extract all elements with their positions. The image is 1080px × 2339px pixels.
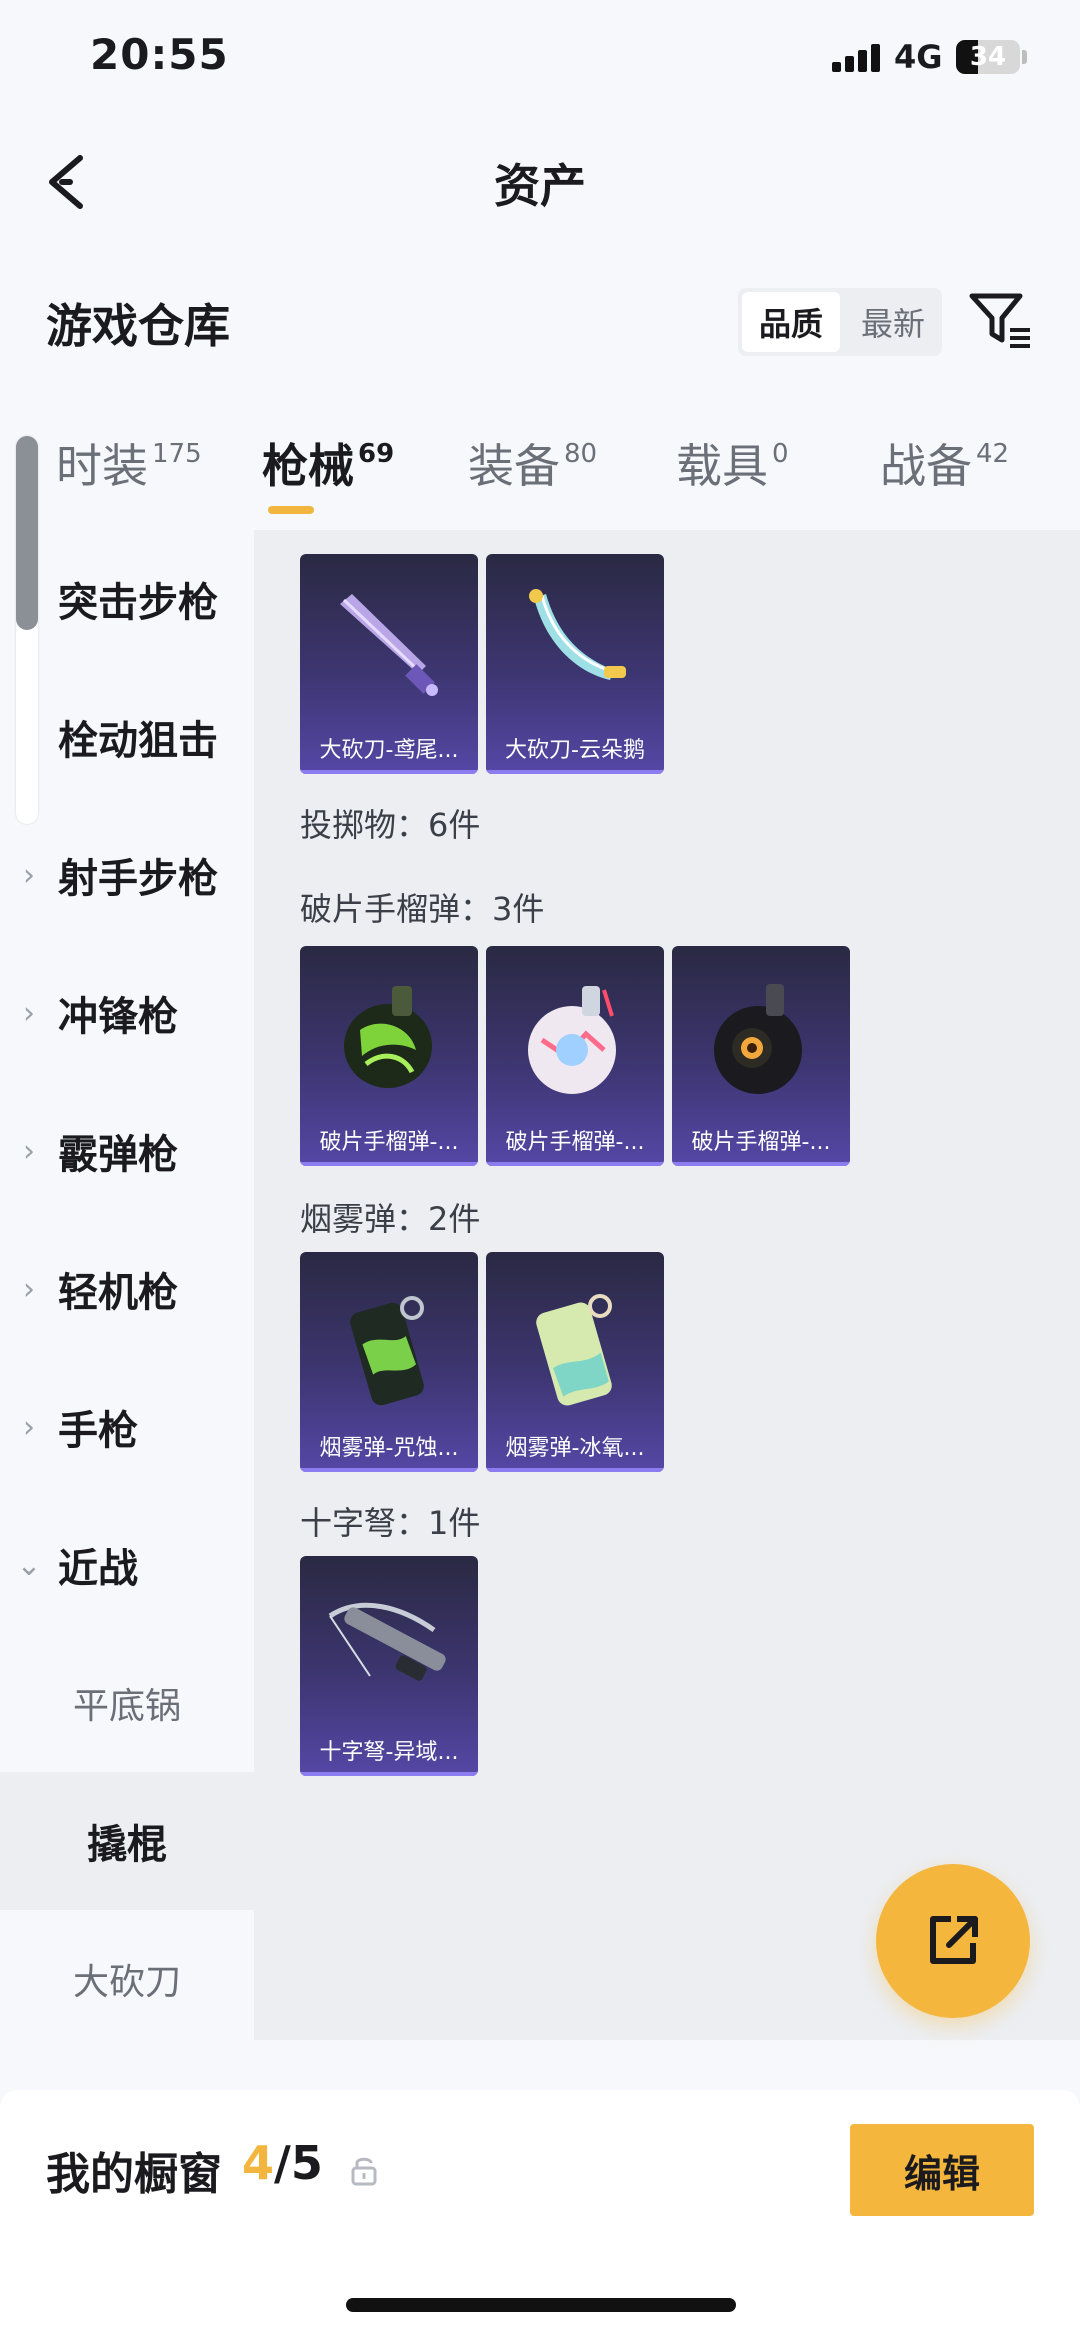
sidebar-item-label: 轻机枪 [58,1270,178,1316]
sort-quality-button[interactable]: 品质 [742,292,840,352]
sidebar-item-label: 手枪 [58,1408,138,1454]
page-title: 资产 [494,159,586,213]
showcase-count: 4/5 [242,2136,323,2190]
group-label-smoke: 烟雾弹：2件 [300,1200,481,1238]
tab-vehicles[interactable]: 载具 0 [676,430,789,520]
item-card[interactable]: 烟雾弹-冰氧... [486,1252,664,1472]
grenade-icon [528,986,616,1094]
sort-newest-button[interactable]: 最新 [844,288,942,356]
tab-count: 80 [564,439,598,469]
sidebar-item-lmg[interactable]: › 轻机枪 [0,1220,254,1358]
lock-icon [351,2157,377,2186]
item-card-label: 大砍刀-鸢尾... [319,738,459,763]
item-card-label: 十字弩-异域... [319,1740,459,1765]
sidebar-subitem-frying-pan[interactable]: 平底锅 [0,1634,254,1772]
tab-equipment[interactable]: 装备 80 [468,430,597,520]
group-label-crossbow: 十字弩：1件 [300,1504,481,1542]
signal-icon [832,44,882,72]
sidebar-item-assault-rifle[interactable]: ›突击步枪 [0,530,254,668]
item-card-label: 破片手榴弹-... [505,1130,645,1155]
item-card[interactable]: 破片手榴弹-... [672,946,850,1166]
home-indicator [346,2298,736,2312]
status-time: 20:55 [90,30,229,79]
showcase-title: 我的橱窗 [46,2149,222,2200]
sidebar-item-shotgun[interactable]: › 霰弹枪 [0,1082,254,1220]
share-icon [930,1916,978,1964]
item-grid-panel: 大砍刀-鸢尾... 大砍刀-云朵鹅 投掷物：6件 破片手榴弹：3件 破片手榴弹-… [254,530,1080,2040]
sidebar-item-label: 栓动狙击 [58,718,218,764]
item-card-label: 烟雾弹-咒蚀... [319,1436,459,1461]
sort-toggle: 品质 最新 [738,288,942,356]
sidebar-subitem-crowbar[interactable]: 撬棍 [0,1772,254,1910]
edit-button[interactable]: 编辑 [850,2124,1034,2216]
item-card[interactable]: 烟雾弹-咒蚀... [300,1252,478,1472]
status-bar: 20:55 4G 34 [0,0,1080,120]
category-sidebar: ›突击步枪 ›栓动狙击 › 射手步枪 › 冲锋枪 › 霰弹枪 › 轻机枪 › 手枪 ⌄ 近战… [0,530,254,2040]
showcase-current: 4 [242,2136,275,2190]
tab-count: 0 [772,439,789,469]
chevron-right-icon: › [23,1409,35,1445]
tab-fashion[interactable]: 时装 175 [56,430,202,520]
sidebar-item-pistol[interactable]: › 手枪 [0,1358,254,1496]
item-card[interactable]: 破片手榴弹-... [486,946,664,1166]
filter-list-icon [969,293,1030,348]
sidebar-scrollbar-thumb[interactable] [16,436,38,630]
nav-bar: 资产 [0,130,1080,230]
sidebar-item-smg[interactable]: › 冲锋枪 [0,944,254,1082]
item-card[interactable]: 十字弩-异域... [300,1556,478,1776]
battery-icon: 34 [956,40,1020,74]
tab-firearms[interactable]: 枪械 69 [262,430,394,520]
sidebar-item-label: 突击步枪 [58,580,218,626]
group-label-throwables: 投掷物：6件 [300,806,481,844]
sidebar-item-melee[interactable]: ⌄ 近战 [0,1496,254,1634]
tab-count: 175 [152,439,202,469]
chevron-right-icon: › [23,995,35,1031]
crossbow-icon [328,1602,446,1681]
sidebar-subitem-machete[interactable]: 大砍刀 [0,1910,254,2048]
showcase-bar: 我的橱窗 4/5 编辑 [0,2090,1080,2339]
sidebar-item-bolt-sniper[interactable]: ›栓动狙击 [0,668,254,806]
group-label-frag-grenade: 破片手榴弹：3件 [300,890,545,928]
tab-count: 69 [358,439,395,469]
tab-label: 时装 [56,439,148,493]
item-card-label: 大砍刀-云朵鹅 [505,738,645,763]
tab-tactical[interactable]: 战备 42 [880,430,1009,520]
sidebar-item-label: 近战 [58,1546,138,1592]
grenade-icon [714,984,802,1094]
machete-icon [529,589,626,680]
chevron-down-icon: ⌄ [16,1547,42,1583]
battery-level: 34 [969,42,1007,72]
tab-label: 枪械 [262,439,354,493]
item-card-label: 烟雾弹-冰氧... [505,1436,645,1461]
item-card[interactable]: 大砍刀-云朵鹅 [486,554,664,774]
sidebar-item-label: 射手步枪 [58,856,218,902]
smoke-grenade-icon [536,1294,612,1406]
tab-label: 装备 [468,439,560,493]
machete-icon [340,594,438,696]
item-card-label: 破片手榴弹-... [691,1130,831,1155]
sidebar-item-label: 冲锋枪 [58,994,178,1040]
showcase-total: /5 [274,2136,323,2190]
network-label: 4G [894,38,943,76]
tab-count: 42 [976,439,1010,469]
sidebar-item-label: 霰弹枪 [58,1132,178,1178]
item-card-label: 破片手榴弹-... [319,1130,459,1155]
tab-active-indicator [268,506,314,514]
share-button[interactable] [876,1864,1030,2018]
tab-label: 载具 [676,439,768,493]
tab-label: 战备 [880,439,972,493]
grenade-icon [344,986,432,1088]
filter-button[interactable] [966,288,1036,354]
category-tabs: 时装 175 枪械 69 装备 80 载具 0 战备 42 [0,430,1080,530]
item-card[interactable]: 破片手榴弹-... [300,946,478,1166]
chevron-right-icon: › [23,1133,35,1169]
sidebar-item-marksman-rifle[interactable]: › 射手步枪 [0,806,254,944]
item-card[interactable]: 大砍刀-鸢尾... [300,554,478,774]
section-title: 游戏仓库 [46,299,230,353]
chevron-right-icon: › [23,857,35,893]
smoke-grenade-icon [350,1296,424,1406]
chevron-right-icon: › [23,1271,35,1307]
